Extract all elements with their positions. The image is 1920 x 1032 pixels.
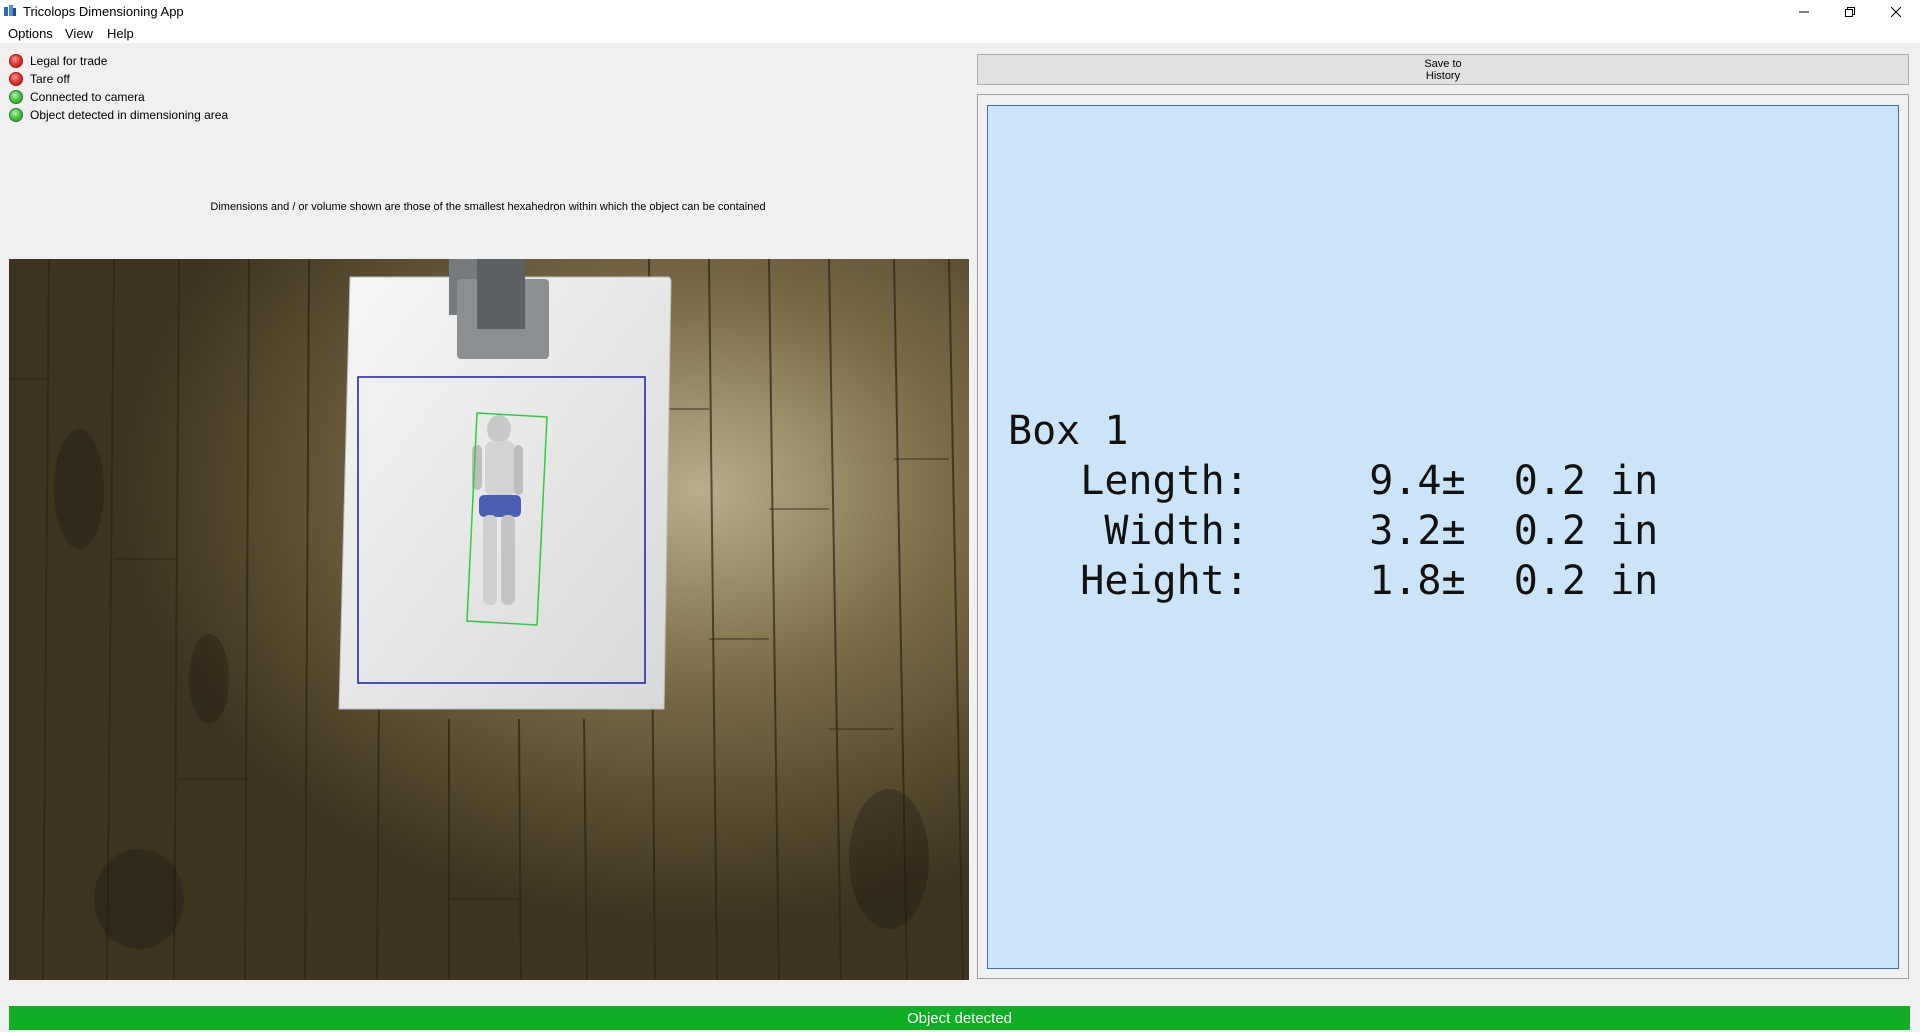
app-icon xyxy=(4,5,16,16)
height-label: Height: xyxy=(1080,558,1249,604)
save-button-line2: History xyxy=(1425,69,1461,82)
camera-feed-image xyxy=(9,259,969,980)
height-unit: in xyxy=(1610,558,1659,604)
red-led-icon xyxy=(9,72,23,86)
minimize-button[interactable] xyxy=(1781,0,1827,23)
dimension-note: Dimensions and / or volume shown are tho… xyxy=(210,201,766,213)
window-title: Tricolops Dimensioning App xyxy=(23,4,184,19)
status-bar: Object detected xyxy=(9,1006,1910,1030)
status-camera-connection: Connected to camera xyxy=(9,89,145,105)
menu-bar: Options View Help xyxy=(0,23,1920,43)
status-label: Tare off xyxy=(30,72,70,86)
width-label: Width: xyxy=(1104,508,1249,554)
status-object-detected: Object detected in dimensioning area xyxy=(9,107,228,123)
restore-icon xyxy=(1845,6,1855,17)
length-unit: in xyxy=(1610,458,1659,504)
save-to-history-button[interactable]: Save to History xyxy=(977,54,1909,85)
box-title: Box 1 xyxy=(1008,408,1129,454)
length-label: Length: xyxy=(1080,458,1249,504)
width-unit: in xyxy=(1610,508,1659,554)
save-button-line1: Save to xyxy=(1424,57,1462,70)
length-tolerance: 0.2 xyxy=(1513,458,1586,504)
green-led-icon xyxy=(9,108,23,122)
height-value: 1.8 xyxy=(1369,558,1442,604)
height-tolerance: 0.2 xyxy=(1513,558,1586,604)
close-icon xyxy=(1891,6,1901,17)
menu-view[interactable]: View xyxy=(65,26,93,41)
length-value: 9.4 xyxy=(1369,458,1442,504)
status-label: Legal for trade xyxy=(30,54,108,68)
width-tolerance: 0.2 xyxy=(1513,508,1586,554)
width-value: 3.2 xyxy=(1369,508,1442,554)
results-panel: Box 1 Length: 9.4± 0.2 in Width: 3.2± 0.… xyxy=(987,105,1899,969)
green-led-icon xyxy=(9,90,23,104)
red-led-icon xyxy=(9,54,23,68)
menu-options[interactable]: Options xyxy=(8,26,53,41)
status-label: Object detected in dimensioning area xyxy=(30,108,229,122)
menu-help[interactable]: Help xyxy=(107,26,134,41)
restore-button[interactable] xyxy=(1827,0,1873,23)
status-tare: Tare off xyxy=(9,71,70,87)
title-bar: Tricolops Dimensioning App xyxy=(0,0,1920,23)
dimension-results-text: Box 1 Length: 9.4± 0.2 in Width: 3.2± 0.… xyxy=(1008,408,1659,604)
close-button[interactable] xyxy=(1873,0,1919,23)
status-legal-for-trade: Legal for trade xyxy=(9,53,107,69)
minimize-icon xyxy=(1799,11,1809,12)
camera-view xyxy=(9,259,969,980)
status-label: Connected to camera xyxy=(30,90,145,104)
